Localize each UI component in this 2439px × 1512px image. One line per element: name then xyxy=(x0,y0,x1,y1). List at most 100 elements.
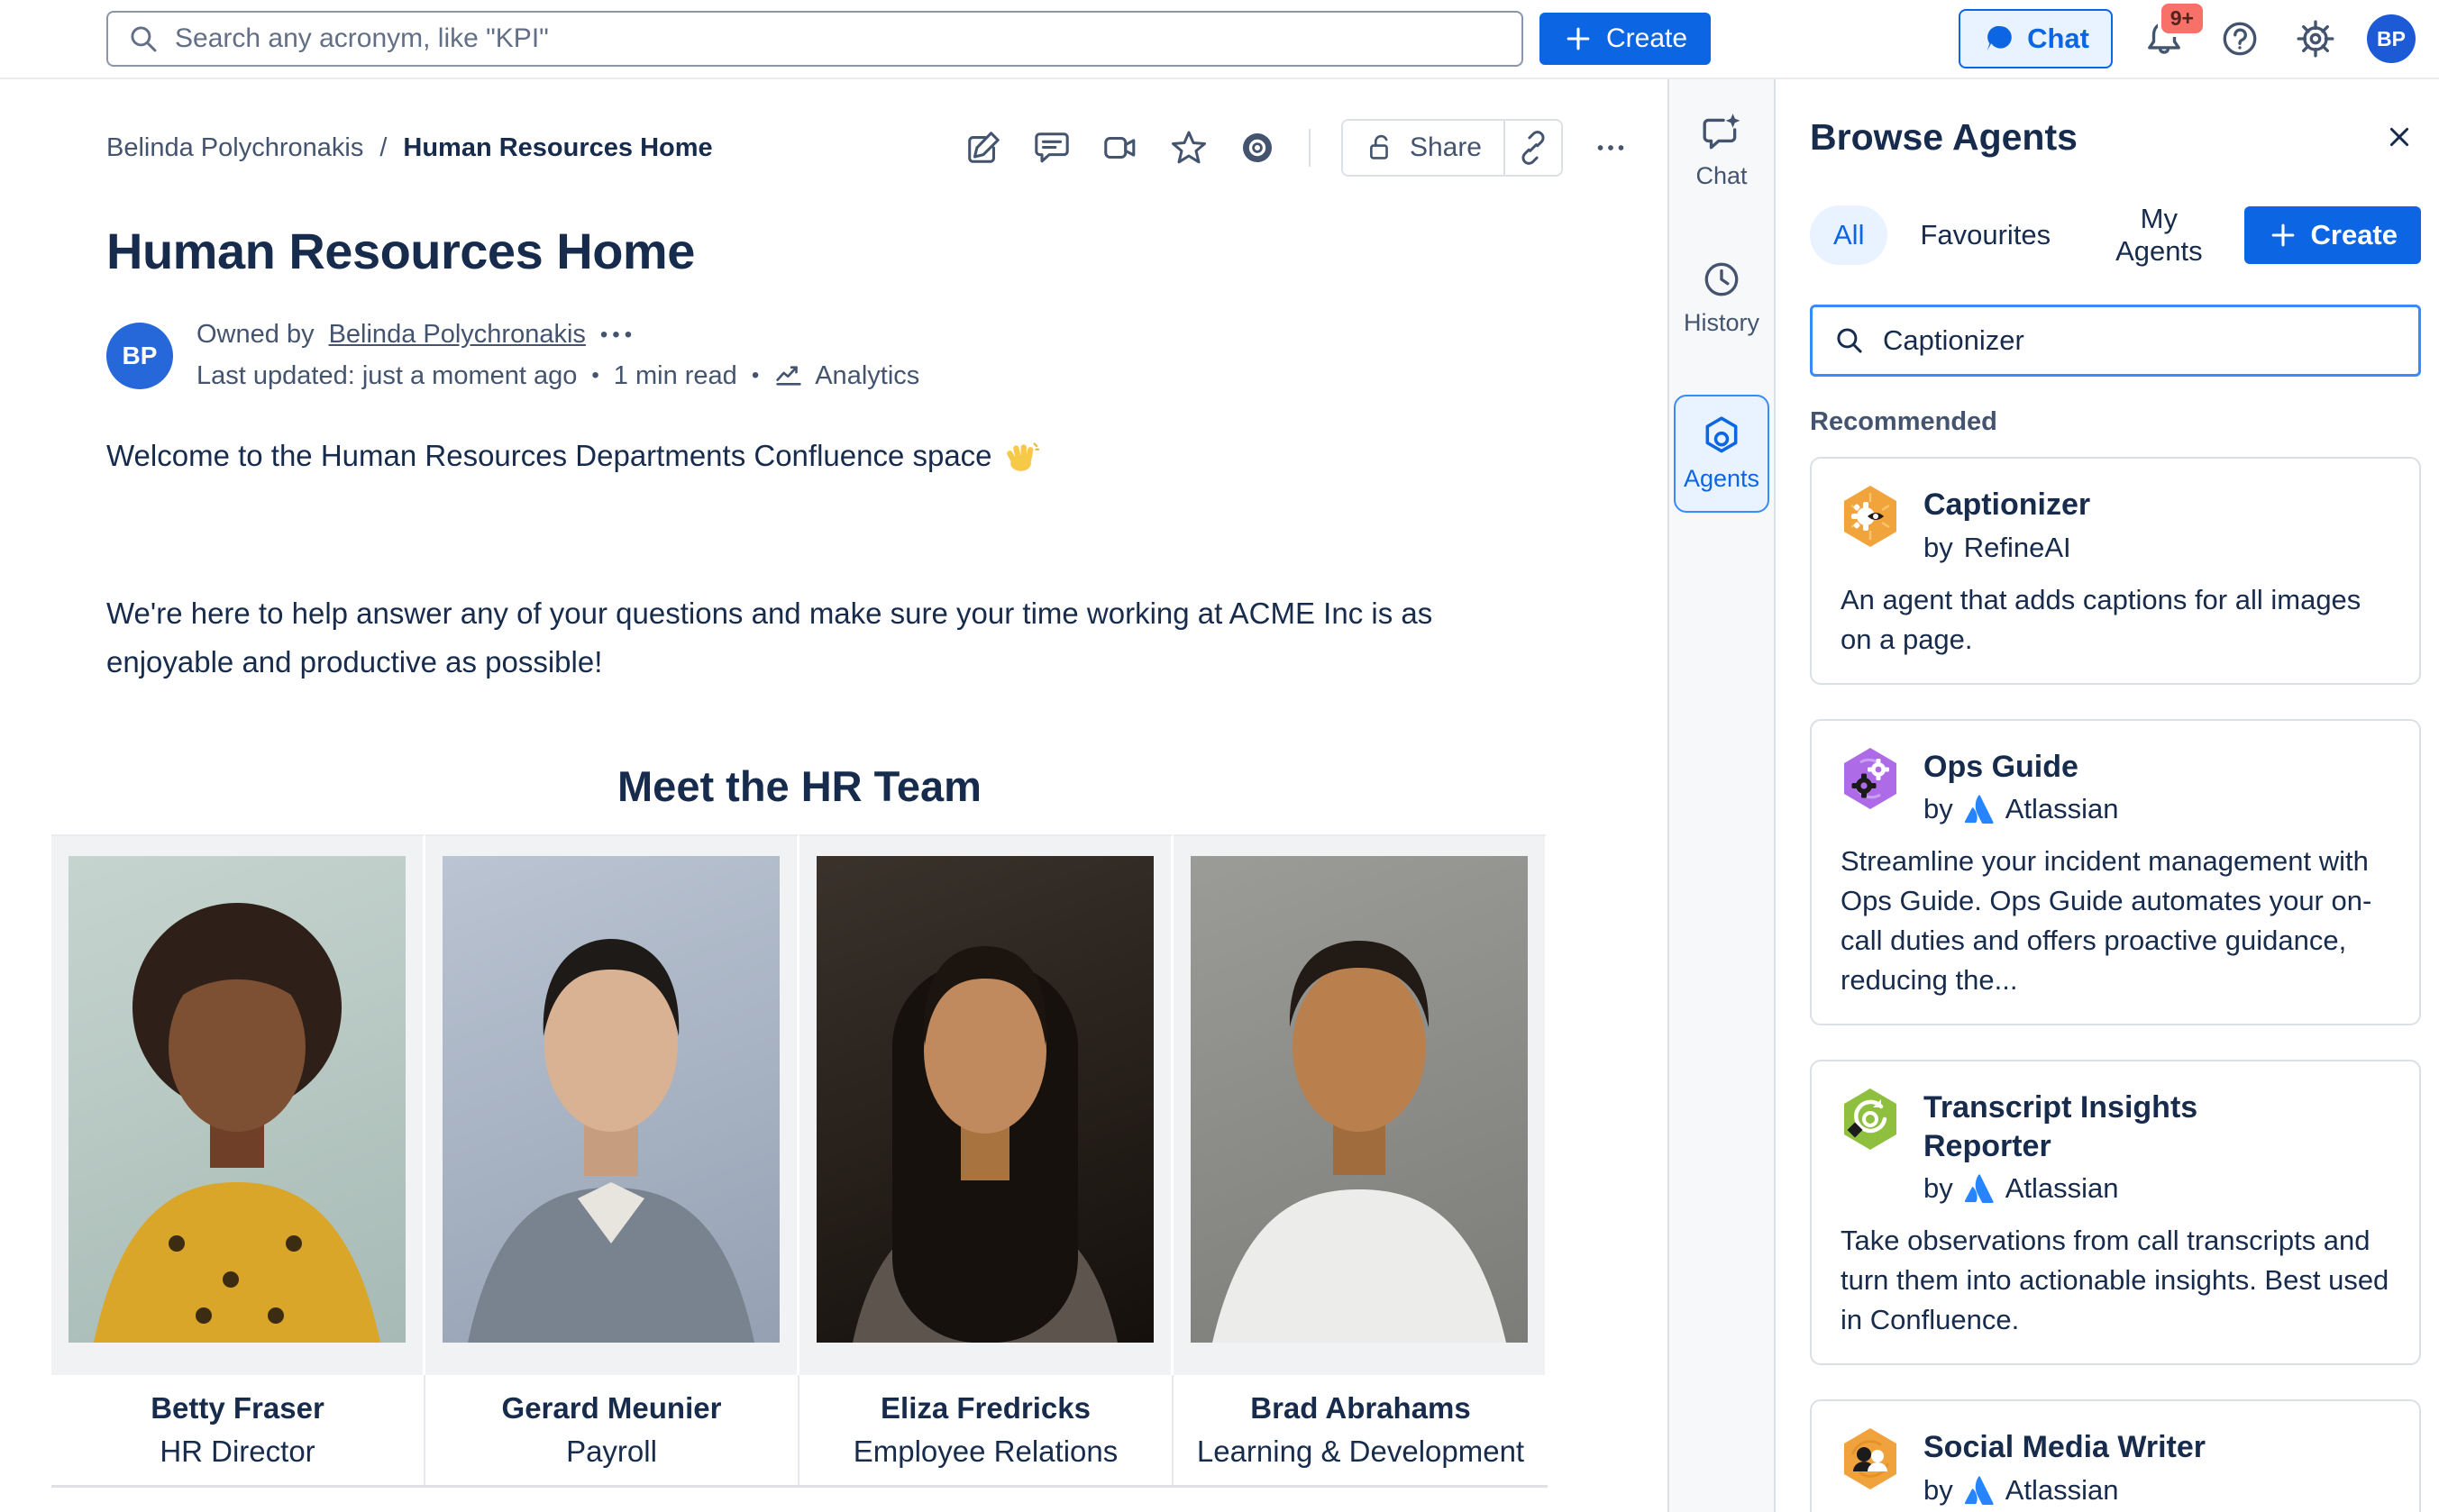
chat-sparkle-icon xyxy=(1701,112,1742,153)
rail-item-label: History xyxy=(1684,309,1759,337)
question-icon xyxy=(2219,18,2261,59)
rail-item-label: Chat xyxy=(1695,162,1747,190)
card-titles: Social Media Writer by Atlassian xyxy=(1923,1426,2206,1507)
card-head: Ops Guide by Atlassian xyxy=(1841,746,2390,826)
panel-header: Browse Agents xyxy=(1810,115,2421,159)
team-member-cell: Eliza Fredricks Employee Relations xyxy=(799,1375,1174,1485)
publisher-name: RefineAI xyxy=(1964,532,2071,564)
link-icon xyxy=(1516,131,1550,165)
card-head: Captionizer by RefineAI xyxy=(1841,484,2390,564)
photo-eliza-fredricks xyxy=(817,856,1154,1343)
close-panel-button[interactable] xyxy=(2378,115,2421,159)
tab-favourites[interactable]: Favourites xyxy=(1896,205,2074,265)
rail-item-agents[interactable]: Agents xyxy=(1674,395,1769,513)
comments-button[interactable] xyxy=(1031,127,1073,169)
card-titles: Ops Guide by Atlassian xyxy=(1923,746,2119,826)
person-role: HR Director xyxy=(160,1435,315,1469)
analytics-chart-icon xyxy=(773,360,804,391)
user-avatar[interactable]: BP xyxy=(2367,14,2416,63)
person-role: Employee Relations xyxy=(854,1435,1119,1469)
search-icon xyxy=(1832,323,1867,358)
team-heading: Meet the HR Team xyxy=(51,761,1548,811)
breadcrumb-current-page: Human Resources Home xyxy=(403,133,712,163)
rovo-chat-icon xyxy=(1982,23,2014,55)
agent-card-ops-guide[interactable]: Ops Guide by Atlassian Streamline your i… xyxy=(1810,719,2421,1026)
by-prefix: by xyxy=(1923,1172,1953,1205)
person-role: Learning & Development xyxy=(1197,1435,1524,1469)
card-head: Social Media Writer by Atlassian xyxy=(1841,1426,2390,1507)
read-time-text: 1 min read xyxy=(614,361,737,391)
social-media-writer-agent-icon xyxy=(1841,1426,1900,1491)
plus-icon xyxy=(1563,23,1594,54)
settings-button[interactable] xyxy=(2291,14,2340,63)
person-role: Payroll xyxy=(566,1435,657,1469)
agents-tabs: All Favourites My Agents Create xyxy=(1810,189,2421,281)
owner-more-button[interactable]: ••• xyxy=(600,323,636,348)
agent-card-captionizer[interactable]: Captionizer by RefineAI An agent that ad… xyxy=(1810,457,2421,685)
ellipsis-icon xyxy=(1592,129,1630,167)
watch-eye-icon xyxy=(1238,128,1277,168)
search-icon xyxy=(126,22,160,56)
page-toolbar: Belinda Polychronakis / Human Resources … xyxy=(106,115,1631,180)
atlassian-logo-icon xyxy=(1964,1174,1995,1203)
agent-description: Take observations from call transcripts … xyxy=(1841,1221,2390,1340)
by-prefix: by xyxy=(1923,532,1953,564)
agent-title: Ops Guide xyxy=(1923,748,2119,787)
welcome-paragraph: Welcome to the Human Resources Departmen… xyxy=(106,438,1631,474)
team-photo-cell xyxy=(1174,834,1548,1375)
analytics-link[interactable]: Analytics xyxy=(773,360,919,391)
dot-separator: • xyxy=(591,363,598,388)
search-input[interactable] xyxy=(175,23,1503,54)
intro-paragraph: We're here to help answer any of your qu… xyxy=(106,589,1458,688)
recommended-label: Recommended xyxy=(1810,407,2421,437)
notifications-badge: 9+ xyxy=(2158,0,2206,37)
team-member-cell: Gerard Meunier Payroll xyxy=(425,1375,799,1485)
global-search[interactable] xyxy=(106,11,1523,67)
atlassian-logo-icon xyxy=(1964,795,1995,824)
team-photo-cell xyxy=(51,834,425,1375)
agents-search-input[interactable] xyxy=(1883,324,2398,357)
chat-button[interactable]: Chat xyxy=(1959,9,2113,68)
share-button[interactable]: Share xyxy=(1343,121,1503,175)
tab-my-agents[interactable]: My Agents xyxy=(2083,189,2234,281)
rail-item-label: Agents xyxy=(1684,465,1759,493)
owner-link[interactable]: Belinda Polychronakis xyxy=(329,320,586,350)
close-icon xyxy=(2382,120,2416,154)
rail-item-history[interactable]: History xyxy=(1674,248,1769,348)
gear-icon xyxy=(2295,18,2336,59)
agent-card-transcript-insights[interactable]: Transcript Insights Reporter by Atlassia… xyxy=(1810,1060,2421,1365)
breadcrumb-space-link[interactable]: Belinda Polychronakis xyxy=(106,133,363,163)
create-button[interactable]: Create xyxy=(1539,13,1711,65)
notifications-button[interactable]: 9+ xyxy=(2140,14,2188,63)
right-rail: Chat History Agents xyxy=(1667,79,1776,1512)
watch-button[interactable] xyxy=(1237,127,1278,169)
agents-search[interactable] xyxy=(1810,305,2421,377)
agent-title: Transcript Insights Reporter xyxy=(1923,1088,2266,1165)
star-icon xyxy=(1169,128,1209,168)
browse-agents-panel: Browse Agents All Favourites My Agents C… xyxy=(1776,79,2439,1512)
more-actions-button[interactable] xyxy=(1590,127,1631,169)
video-button[interactable] xyxy=(1100,127,1141,169)
owner-avatar[interactable]: BP xyxy=(106,323,173,389)
top-bar-right: Chat 9+ BP xyxy=(1959,9,2416,68)
copy-link-button[interactable] xyxy=(1503,121,1561,175)
share-button-label: Share xyxy=(1410,132,1482,163)
edit-page-button[interactable] xyxy=(963,127,1004,169)
person-name: Brad Abrahams xyxy=(1250,1391,1471,1425)
breadcrumb-separator: / xyxy=(379,133,387,163)
rail-item-chat[interactable]: Chat xyxy=(1674,101,1769,201)
byline-lines: Owned by Belinda Polychronakis ••• Last … xyxy=(196,320,919,391)
unlock-icon xyxy=(1365,132,1397,164)
agent-card-social-media-writer[interactable]: Social Media Writer by Atlassian Write c… xyxy=(1810,1399,2421,1512)
tab-all[interactable]: All xyxy=(1810,205,1887,265)
favourite-button[interactable] xyxy=(1168,127,1210,169)
person-name: Gerard Meunier xyxy=(502,1391,722,1425)
agent-title: Captionizer xyxy=(1923,486,2090,524)
card-titles: Captionizer by RefineAI xyxy=(1923,484,2090,564)
by-prefix: by xyxy=(1923,1474,1953,1507)
agent-publisher-row: by Atlassian xyxy=(1923,1172,2266,1205)
team-table: Betty Fraser HR Director Gerard Meunier … xyxy=(51,834,1548,1488)
create-agent-button[interactable]: Create xyxy=(2244,206,2422,264)
agent-publisher-row: by Atlassian xyxy=(1923,793,2119,825)
help-button[interactable] xyxy=(2215,14,2264,63)
